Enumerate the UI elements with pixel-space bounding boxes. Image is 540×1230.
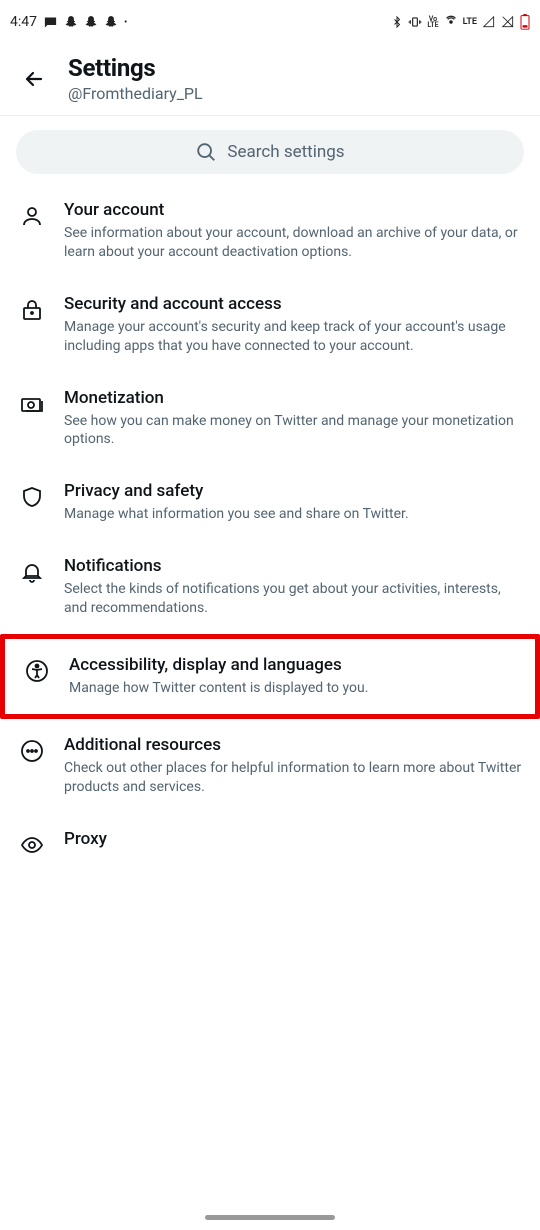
person-icon [18,202,46,230]
item-title: Notifications [64,556,522,576]
shield-icon [18,483,46,511]
volte-icon: VoLTE [427,16,438,29]
search-icon [195,141,217,163]
status-bar-left: 4:47 • [10,14,127,30]
account-handle: @Fromthediary_PL [68,84,203,103]
search-container: Search settings [0,116,540,184]
item-desc: See information about your account, down… [64,224,522,262]
item-desc: Manage how Twitter content is displayed … [69,679,517,698]
more-circle-icon [18,737,46,765]
item-title: Additional resources [64,735,522,755]
item-title: Proxy [64,829,522,849]
item-title: Accessibility, display and languages [69,655,517,675]
item-title: Security and account access [64,294,522,314]
item-desc: Select the kinds of notifications you ge… [64,580,522,618]
snapchat-icon [64,15,78,29]
dot-icon: • [124,17,127,28]
status-bar-right: VoLTE LTE [391,14,530,30]
settings-item-notifications[interactable]: Notifications Select the kinds of notifi… [0,540,540,634]
accessibility-icon [23,657,51,685]
item-title: Monetization [64,388,522,408]
settings-item-additional-resources[interactable]: Additional resources Check out other pla… [0,719,540,813]
settings-item-privacy[interactable]: Privacy and safety Manage what informati… [0,465,540,540]
vibrate-icon [408,15,422,29]
snapchat-icon [84,15,98,29]
bell-icon [18,558,46,586]
item-desc: Check out other places for helpful infor… [64,759,522,797]
signal-icon [482,15,496,29]
header: Settings @Fromthediary_PL [0,44,540,116]
item-desc: See how you can make money on Twitter an… [64,412,522,450]
item-desc: Manage your account's security and keep … [64,318,522,356]
item-desc: Manage what information you see and shar… [64,505,522,524]
item-title: Your account [64,200,522,220]
signal-icon [501,15,515,29]
page-title: Settings [68,54,203,82]
settings-list: Your account See information about your … [0,184,540,875]
status-time: 4:47 [10,14,37,30]
search-placeholder: Search settings [227,142,344,162]
settings-item-accessibility[interactable]: Accessibility, display and languages Man… [0,634,540,719]
snapchat-icon [104,15,118,29]
battery-icon [520,14,530,30]
settings-item-proxy[interactable]: Proxy [0,813,540,875]
lock-icon [18,296,46,324]
eye-icon [18,831,46,859]
bluetooth-icon [391,15,403,29]
item-title: Privacy and safety [64,481,522,501]
home-indicator[interactable] [205,1215,335,1220]
settings-item-monetization[interactable]: Monetization See how you can make money … [0,372,540,466]
message-icon [43,15,58,30]
back-button[interactable] [14,59,54,99]
search-input[interactable]: Search settings [16,130,524,174]
settings-item-your-account[interactable]: Your account See information about your … [0,184,540,278]
status-bar: 4:47 • VoLTE LTE [0,0,540,44]
money-icon [18,390,46,418]
settings-item-security[interactable]: Security and account access Manage your … [0,278,540,372]
hotspot-icon [444,15,458,29]
header-titles: Settings @Fromthediary_PL [68,54,203,103]
arrow-left-icon [22,67,46,91]
lte-label: LTE [463,17,477,27]
